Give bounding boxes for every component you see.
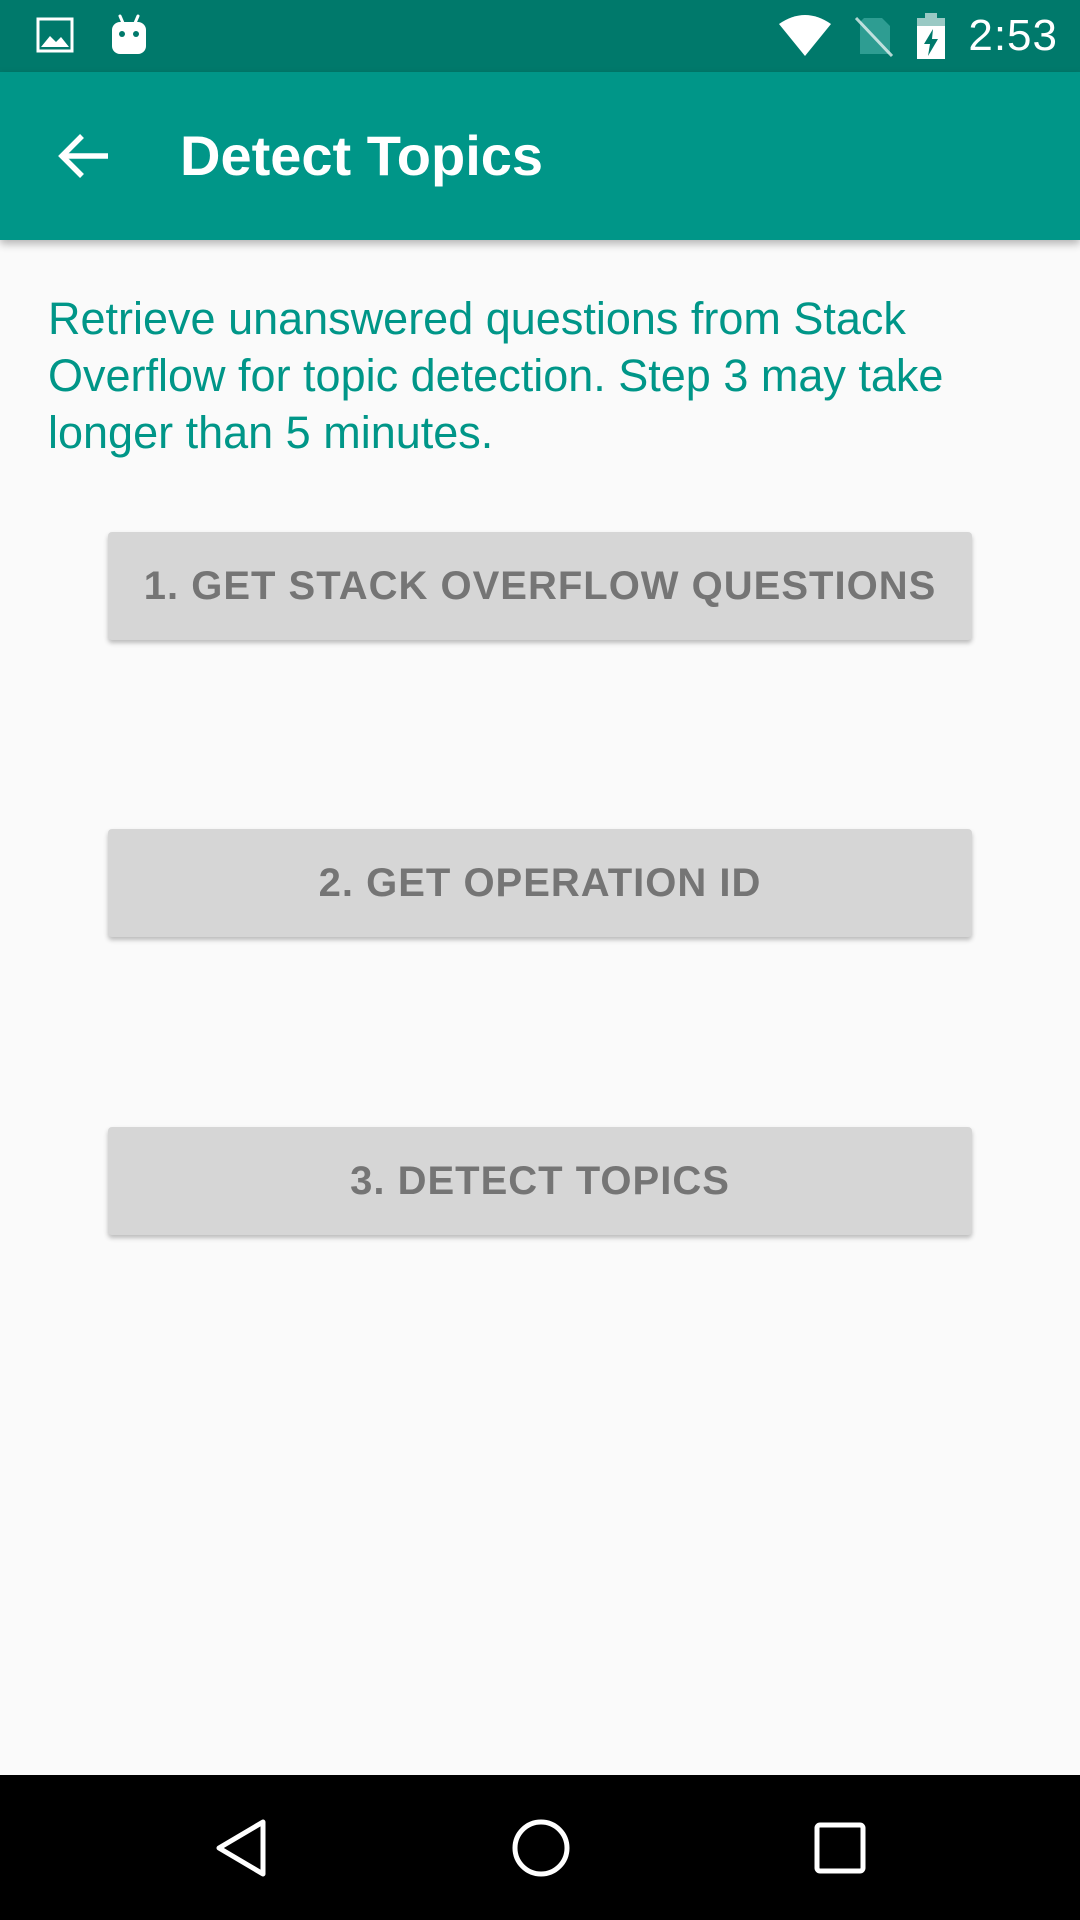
nav-home-button[interactable] — [468, 1775, 613, 1920]
battery-charging-icon — [916, 12, 946, 60]
no-sim-icon — [854, 14, 894, 58]
nav-home-icon — [511, 1818, 571, 1878]
nav-back-button[interactable] — [168, 1775, 313, 1920]
status-time: 2:53 — [968, 11, 1058, 60]
screen: 2:53 Detect Topics Retrieve unanswered q… — [0, 0, 1080, 1920]
get-stack-overflow-questions-button[interactable]: 1. GET STACK OVERFLOW QUESTIONS — [108, 532, 972, 640]
detect-topics-button[interactable]: 3. DETECT TOPICS — [108, 1127, 972, 1235]
image-notification-icon — [36, 16, 74, 54]
get-operation-id-button[interactable]: 2. GET OPERATION ID — [108, 829, 972, 937]
status-left-icons — [36, 14, 148, 56]
page-title: Detect Topics — [180, 124, 544, 187]
nav-back-icon — [213, 1818, 269, 1878]
description-text: Retrieve unanswered questions from Stack… — [48, 293, 944, 458]
navigation-bar — [0, 1775, 1080, 1920]
app-bar: Detect Topics — [0, 72, 1080, 240]
status-right-icons: 2:53 — [778, 0, 1058, 72]
android-notification-icon — [110, 14, 148, 56]
nav-recents-button[interactable] — [767, 1775, 912, 1920]
main-content: Retrieve unanswered questions from Stack… — [0, 240, 1080, 1775]
nav-recents-icon — [814, 1822, 866, 1874]
arrow-left-icon — [58, 133, 110, 179]
status-bar: 2:53 — [0, 0, 1080, 72]
wifi-icon — [778, 14, 832, 58]
back-button[interactable] — [42, 114, 126, 198]
